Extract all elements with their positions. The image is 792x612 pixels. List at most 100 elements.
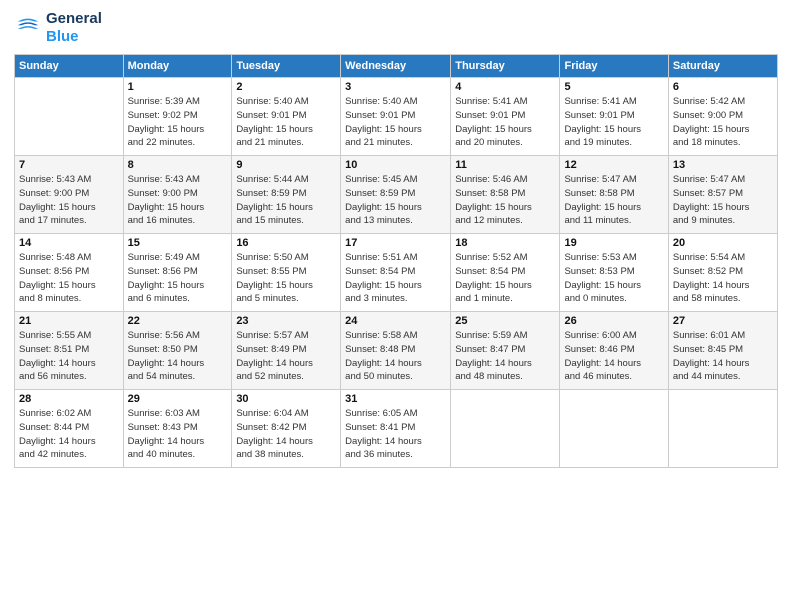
calendar-cell: 22 Sunrise: 5:56 AMSunset: 8:50 PMDayligh… [123, 312, 232, 390]
week-row-4: 21 Sunrise: 5:55 AMSunset: 8:51 PMDayligh… [15, 312, 778, 390]
day-info: Sunrise: 6:04 AMSunset: 8:42 PMDaylight:… [236, 407, 336, 462]
calendar-cell: 24 Sunrise: 5:58 AMSunset: 8:48 PMDayligh… [341, 312, 451, 390]
day-number: 3 [345, 81, 446, 93]
day-number: 12 [564, 159, 663, 171]
day-info: Sunrise: 5:50 AMSunset: 8:55 PMDaylight:… [236, 251, 336, 306]
day-info: Sunrise: 5:47 AMSunset: 8:58 PMDaylight:… [564, 173, 663, 228]
day-info: Sunrise: 5:43 AMSunset: 9:00 PMDaylight:… [19, 173, 119, 228]
day-info: Sunrise: 6:05 AMSunset: 8:41 PMDaylight:… [345, 407, 446, 462]
day-info: Sunrise: 5:41 AMSunset: 9:01 PMDaylight:… [455, 95, 555, 150]
calendar-cell: 19Sunrise: 5:53 AMSunset: 8:53 PMDayligh… [560, 234, 668, 312]
day-number: 25 [455, 315, 555, 327]
day-number: 28 [19, 393, 119, 405]
calendar-cell: 15 Sunrise: 5:49 AMSunset: 8:56 PMDayligh… [123, 234, 232, 312]
day-number: 19 [564, 237, 663, 249]
header-day-wednesday: Wednesday [341, 55, 451, 78]
calendar-cell: 8Sunrise: 5:43 AMSunset: 9:00 PMDaylight… [123, 156, 232, 234]
calendar-cell: 9Sunrise: 5:44 AMSunset: 8:59 PMDaylight… [232, 156, 341, 234]
day-info: Sunrise: 6:03 AMSunset: 8:43 PMDaylight:… [128, 407, 228, 462]
calendar-cell: 6 Sunrise: 5:42 AMSunset: 9:00 PMDaylight… [668, 78, 777, 156]
day-info: Sunrise: 5:49 AMSunset: 8:56 PMDaylight:… [128, 251, 228, 306]
day-info: Sunrise: 6:00 AMSunset: 8:46 PMDaylight:… [564, 329, 663, 384]
calendar-cell: 13Sunrise: 5:47 AMSunset: 8:57 PMDayligh… [668, 156, 777, 234]
day-info: Sunrise: 5:46 AMSunset: 8:58 PMDaylight:… [455, 173, 555, 228]
day-number: 29 [128, 393, 228, 405]
calendar-cell [668, 390, 777, 468]
day-number: 5 [564, 81, 663, 93]
week-row-1: 1 Sunrise: 5:39 AMSunset: 9:02 PMDaylight… [15, 78, 778, 156]
day-number: 21 [19, 315, 119, 327]
day-info: Sunrise: 5:39 AMSunset: 9:02 PMDaylight:… [128, 95, 228, 150]
calendar-cell: 26 Sunrise: 6:00 AMSunset: 8:46 PMDayligh… [560, 312, 668, 390]
day-info: Sunrise: 5:51 AMSunset: 8:54 PMDaylight:… [345, 251, 446, 306]
day-number: 22 [128, 315, 228, 327]
day-info: Sunrise: 5:54 AMSunset: 8:52 PMDaylight:… [673, 251, 773, 306]
calendar-cell: 17 Sunrise: 5:51 AMSunset: 8:54 PMDayligh… [341, 234, 451, 312]
calendar-cell: 25 Sunrise: 5:59 AMSunset: 8:47 PMDayligh… [451, 312, 560, 390]
day-number: 9 [236, 159, 336, 171]
day-number: 26 [564, 315, 663, 327]
day-number: 16 [236, 237, 336, 249]
calendar-cell [560, 390, 668, 468]
header-day-saturday: Saturday [668, 55, 777, 78]
day-number: 31 [345, 393, 446, 405]
day-number: 24 [345, 315, 446, 327]
week-row-5: 28 Sunrise: 6:02 AMSunset: 8:44 PMDayligh… [15, 390, 778, 468]
day-info: Sunrise: 5:58 AMSunset: 8:48 PMDaylight:… [345, 329, 446, 384]
calendar-cell: 1 Sunrise: 5:39 AMSunset: 9:02 PMDaylight… [123, 78, 232, 156]
week-row-2: 7 Sunrise: 5:43 AMSunset: 9:00 PMDaylight… [15, 156, 778, 234]
calendar-cell: 11 Sunrise: 5:46 AMSunset: 8:58 PMDayligh… [451, 156, 560, 234]
calendar-cell: 7 Sunrise: 5:43 AMSunset: 9:00 PMDaylight… [15, 156, 124, 234]
logo-text: General Blue [46, 10, 102, 46]
logo: General Blue [14, 10, 102, 46]
header-row: SundayMondayTuesdayWednesdayThursdayFrid… [15, 55, 778, 78]
page: General Blue SundayMondayTuesdayWednesda… [0, 0, 792, 612]
day-info: Sunrise: 5:52 AMSunset: 8:54 PMDaylight:… [455, 251, 555, 306]
calendar-cell: 28 Sunrise: 6:02 AMSunset: 8:44 PMDayligh… [15, 390, 124, 468]
calendar-cell: 16 Sunrise: 5:50 AMSunset: 8:55 PMDayligh… [232, 234, 341, 312]
week-row-3: 14 Sunrise: 5:48 AMSunset: 8:56 PMDayligh… [15, 234, 778, 312]
day-info: Sunrise: 5:48 AMSunset: 8:56 PMDaylight:… [19, 251, 119, 306]
calendar-cell: 2 Sunrise: 5:40 AMSunset: 9:01 PMDaylight… [232, 78, 341, 156]
calendar-cell: 31 Sunrise: 6:05 AMSunset: 8:41 PMDayligh… [341, 390, 451, 468]
calendar-cell [15, 78, 124, 156]
day-number: 8 [128, 159, 228, 171]
header-day-thursday: Thursday [451, 55, 560, 78]
day-info: Sunrise: 5:45 AMSunset: 8:59 PMDaylight:… [345, 173, 446, 228]
day-number: 11 [455, 159, 555, 171]
day-number: 30 [236, 393, 336, 405]
day-info: Sunrise: 5:40 AMSunset: 9:01 PMDaylight:… [236, 95, 336, 150]
day-info: Sunrise: 5:55 AMSunset: 8:51 PMDaylight:… [19, 329, 119, 384]
day-number: 17 [345, 237, 446, 249]
day-info: Sunrise: 5:42 AMSunset: 9:00 PMDaylight:… [673, 95, 773, 150]
day-number: 23 [236, 315, 336, 327]
day-number: 13 [673, 159, 773, 171]
header-day-monday: Monday [123, 55, 232, 78]
day-info: Sunrise: 6:02 AMSunset: 8:44 PMDaylight:… [19, 407, 119, 462]
day-number: 6 [673, 81, 773, 93]
day-info: Sunrise: 5:56 AMSunset: 8:50 PMDaylight:… [128, 329, 228, 384]
day-number: 1 [128, 81, 228, 93]
day-info: Sunrise: 5:57 AMSunset: 8:49 PMDaylight:… [236, 329, 336, 384]
calendar-cell: 18Sunrise: 5:52 AMSunset: 8:54 PMDayligh… [451, 234, 560, 312]
calendar-cell: 30 Sunrise: 6:04 AMSunset: 8:42 PMDayligh… [232, 390, 341, 468]
day-number: 14 [19, 237, 119, 249]
day-number: 2 [236, 81, 336, 93]
day-info: Sunrise: 5:59 AMSunset: 8:47 PMDaylight:… [455, 329, 555, 384]
day-number: 20 [673, 237, 773, 249]
day-info: Sunrise: 5:40 AMSunset: 9:01 PMDaylight:… [345, 95, 446, 150]
day-number: 7 [19, 159, 119, 171]
calendar-cell: 4Sunrise: 5:41 AMSunset: 9:01 PMDaylight… [451, 78, 560, 156]
header: General Blue [14, 10, 778, 46]
calendar-cell: 20 Sunrise: 5:54 AMSunset: 8:52 PMDayligh… [668, 234, 777, 312]
logo-icon [14, 14, 42, 42]
header-day-tuesday: Tuesday [232, 55, 341, 78]
calendar-cell: 29 Sunrise: 6:03 AMSunset: 8:43 PMDayligh… [123, 390, 232, 468]
day-info: Sunrise: 6:01 AMSunset: 8:45 PMDaylight:… [673, 329, 773, 384]
calendar-table: SundayMondayTuesdayWednesdayThursdayFrid… [14, 54, 778, 468]
calendar-cell: 21 Sunrise: 5:55 AMSunset: 8:51 PMDayligh… [15, 312, 124, 390]
day-number: 15 [128, 237, 228, 249]
calendar-cell: 5Sunrise: 5:41 AMSunset: 9:01 PMDaylight… [560, 78, 668, 156]
header-day-friday: Friday [560, 55, 668, 78]
calendar-cell: 12 Sunrise: 5:47 AMSunset: 8:58 PMDayligh… [560, 156, 668, 234]
